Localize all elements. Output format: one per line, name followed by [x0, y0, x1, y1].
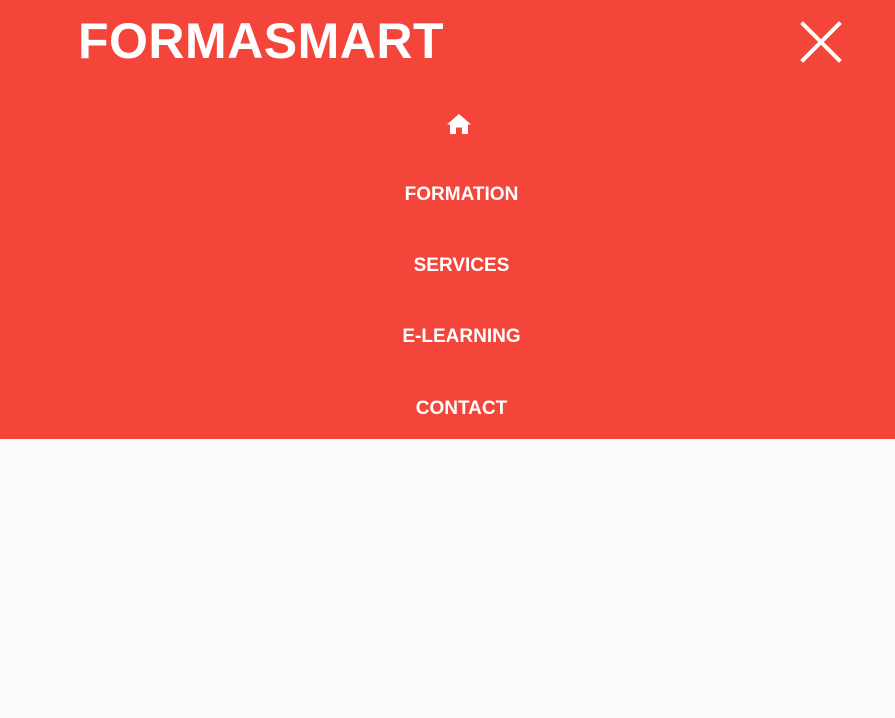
nav-item-home[interactable] — [446, 112, 472, 136]
nav-item-e-learning[interactable]: E-LEARNING — [0, 324, 895, 350]
close-icon — [800, 21, 842, 63]
mobile-nav-menu: FORMASMART FORMATION SERVICES E-LEARNING… — [0, 0, 895, 439]
brand-logo-text[interactable]: FORMASMART — [78, 12, 444, 70]
page-content-area — [0, 439, 895, 718]
home-icon — [447, 114, 471, 134]
nav-item-services[interactable]: SERVICES — [0, 253, 895, 279]
nav-item-formation[interactable]: FORMATION — [0, 182, 895, 208]
nav-item-contact[interactable]: CONTACT — [0, 396, 895, 422]
close-menu-button[interactable] — [797, 18, 845, 66]
